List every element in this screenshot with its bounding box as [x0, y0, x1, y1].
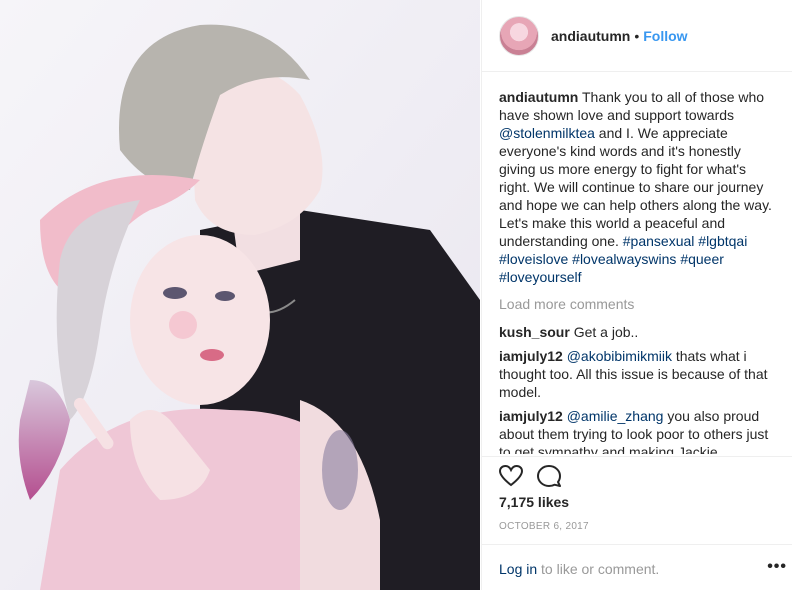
hashtag[interactable]: #pansexual [623, 233, 695, 249]
caption-username[interactable]: andiautumn [499, 89, 578, 105]
heart-icon[interactable] [498, 463, 524, 489]
comments-section[interactable]: andiautumn Thank you to all of those who… [499, 88, 775, 454]
comment-item: iamjuly12 @akobibimikmiik thats what i t… [499, 347, 775, 401]
comment-icon[interactable] [536, 463, 562, 489]
hashtag[interactable]: #lgbtqai [698, 233, 747, 249]
more-options-icon[interactable]: ••• [767, 558, 787, 576]
post-date: OCTOBER 6, 2017 [499, 521, 589, 532]
load-more-comments-button[interactable]: Load more comments [499, 295, 775, 313]
post-side-panel: andiautumn • Follow andiautumn Thank you… [481, 0, 792, 590]
comment-mention[interactable]: @akobibimikmiik [567, 348, 672, 364]
comment-item: kush_sour Get a job.. [499, 323, 775, 341]
footer: Log in to like or comment. ••• [482, 544, 792, 590]
hashtag[interactable]: #lovealwayswins [572, 251, 676, 267]
hashtag[interactable]: #queer [680, 251, 724, 267]
login-link[interactable]: Log in [499, 561, 537, 577]
separator-dot: • [634, 27, 640, 44]
hashtag[interactable]: #loveislove [499, 251, 568, 267]
post-header: andiautumn • Follow [482, 0, 792, 72]
comment-mention[interactable]: @amilie_zhang [567, 408, 664, 424]
caption-mention[interactable]: @stolenmilktea [499, 125, 595, 141]
comment-username[interactable]: kush_sour [499, 324, 570, 340]
login-prompt-text: to like or comment. [537, 561, 660, 577]
caption-text-b: and I. We appreciate everyone's kind wor… [499, 125, 772, 249]
comment-username[interactable]: iamjuly12 [499, 408, 563, 424]
hashtag[interactable]: #loveyourself [499, 269, 582, 285]
action-bar [482, 456, 792, 496]
comment-text: Get a job.. [569, 324, 639, 340]
comment-item: iamjuly12 @amilie_zhang you also proud a… [499, 407, 775, 454]
likes-count[interactable]: 7,175 likes [499, 494, 569, 510]
avatar[interactable] [499, 15, 539, 56]
follow-button[interactable]: Follow [643, 28, 687, 44]
post-photo-illustration [0, 0, 480, 590]
caption: andiautumn Thank you to all of those who… [499, 88, 775, 286]
author-username[interactable]: andiautumn [551, 28, 630, 44]
post-photo[interactable] [0, 0, 480, 590]
comment-username[interactable]: iamjuly12 [499, 348, 563, 364]
